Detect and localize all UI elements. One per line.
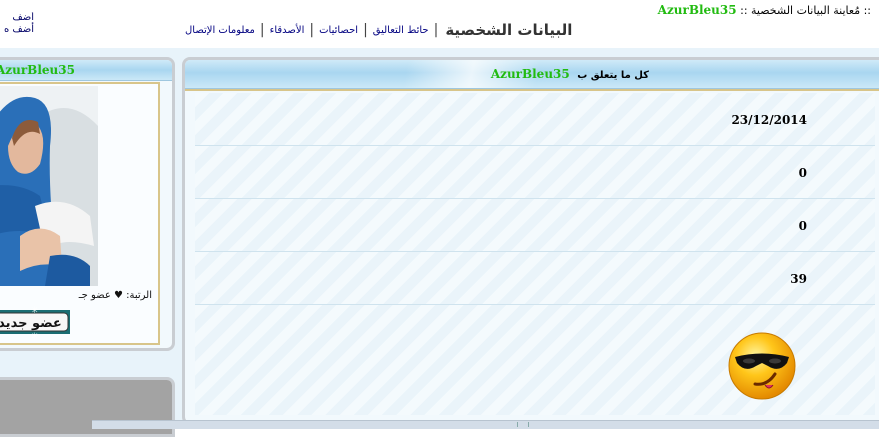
field-value-4: 39	[790, 272, 807, 286]
add-link-2[interactable]: أضف ه	[4, 24, 34, 35]
rank-label: الرتبة: ♥ عضو جـ	[78, 290, 152, 301]
page-title: :: مُعاينة البيانات الشخصية :: AzurBleu3…	[658, 3, 871, 19]
main-title-prefix: كل ما يتعلق ب	[577, 70, 649, 81]
tab-friends[interactable]: الأصدقاء	[265, 25, 310, 36]
field-row: 0	[195, 146, 875, 199]
main-title-username[interactable]: AzurBleu35	[491, 67, 570, 81]
scrollbar-grip-icon[interactable]	[517, 422, 529, 427]
field-row: 39	[195, 252, 875, 305]
tab-comments-wall[interactable]: حائط التعاليق	[368, 25, 434, 36]
svg-text:✳: ✳	[31, 332, 39, 340]
top-bar: :: مُعاينة البيانات الشخصية :: AzurBleu3…	[0, 0, 879, 50]
profile-card-body: الرتبة: ♥ عضو جـ عضو جديد ✳ ✳	[0, 82, 160, 345]
rank-badge-text: عضو جديد	[0, 316, 62, 331]
title-username[interactable]: AzurBleu35	[658, 3, 737, 17]
tab-profile-data[interactable]: البيانات الشخصية	[438, 21, 579, 39]
tab-contact-info[interactable]: معلومات الإتصال	[180, 25, 260, 36]
add-link-1[interactable]: أضف	[12, 12, 34, 23]
add-links: أضف أضف ه	[0, 12, 34, 36]
title-prefix: :: مُعاينة البيانات الشخصية ::	[740, 4, 871, 17]
profile-card-header: AzurBleu35	[0, 60, 172, 81]
main-panel-title: كل ما يتعلق ب AzurBleu35	[185, 67, 649, 81]
field-row: 0	[195, 199, 875, 252]
registration-date-value: 23/12/2014	[731, 113, 807, 127]
field-row: 23/12/2014	[195, 93, 875, 146]
tab-statistics[interactable]: احصائيات	[314, 25, 363, 36]
profile-card: AzurBleu35 الرتبة: ♥ عضو جـ عضو جديد ✳ ✳	[0, 57, 175, 351]
profile-nav: البيانات الشخصية | حائط التعاليق | احصائ…	[180, 18, 579, 42]
main-panel-header: كل ما يتعلق ب AzurBleu35	[185, 60, 879, 89]
field-value-2: 0	[798, 166, 807, 180]
main-profile-panel: كل ما يتعلق ب AzurBleu35 23/12/2014 0 0 …	[182, 57, 879, 425]
rank-badge: عضو جديد ✳ ✳	[0, 304, 70, 340]
cool-smiley-sunglasses-icon	[728, 332, 796, 400]
avatar[interactable]	[0, 86, 98, 286]
profile-username[interactable]: AzurBleu35	[0, 63, 75, 77]
field-value-3: 0	[798, 219, 807, 233]
svg-text:✳: ✳	[31, 306, 39, 316]
